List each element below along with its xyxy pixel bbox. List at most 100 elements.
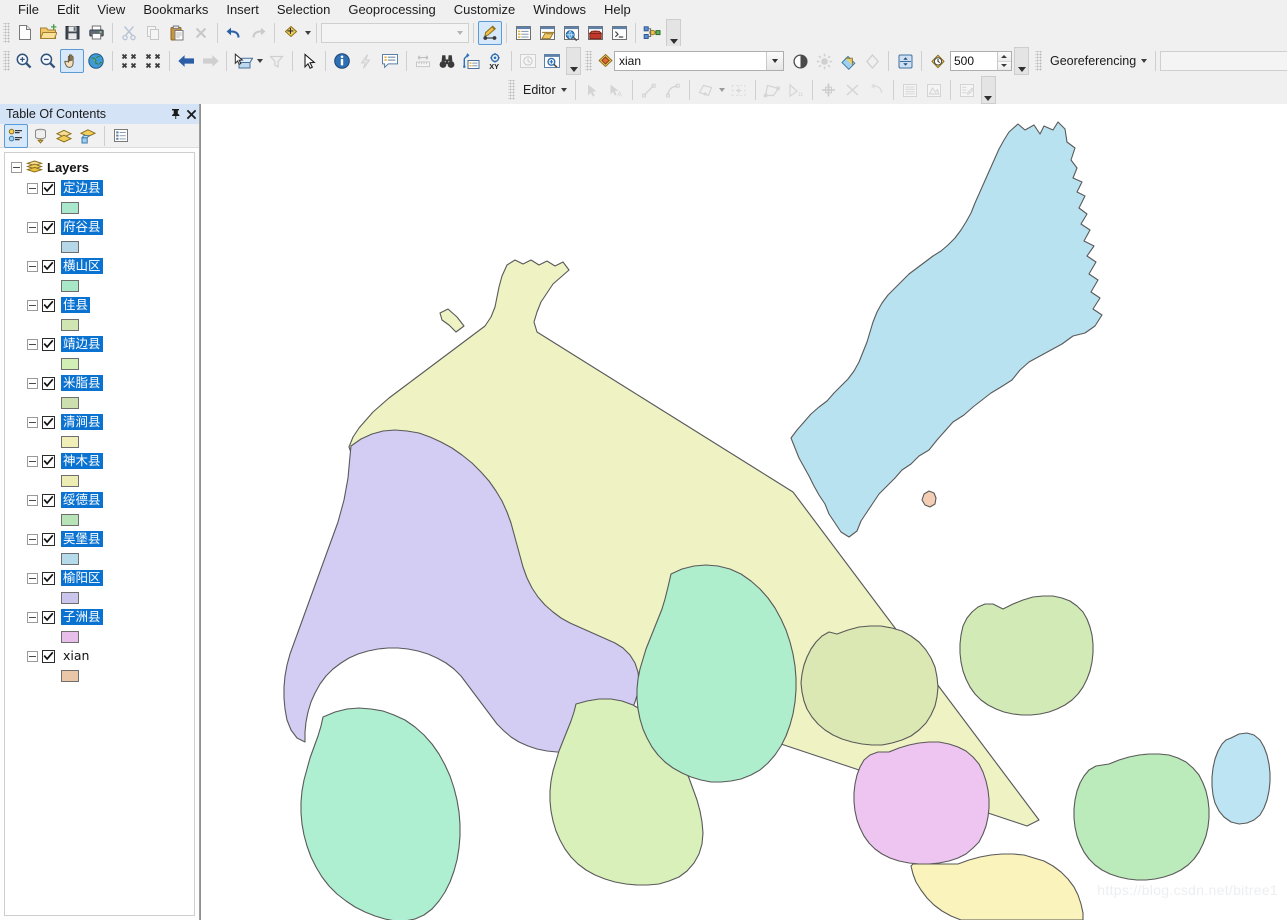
toc-symbol-row[interactable]	[5, 432, 194, 451]
toc-layer-row[interactable]: xian	[5, 646, 194, 666]
redo-arrow-icon[interactable]	[246, 21, 270, 45]
menu-customize[interactable]: Customize	[445, 1, 524, 19]
find-binoculars-icon[interactable]	[435, 49, 459, 73]
georeferencing-layer-select[interactable]	[1160, 51, 1287, 71]
catalog-icon[interactable]	[535, 21, 559, 45]
layer-symbol-swatch[interactable]	[61, 435, 79, 448]
fixed-zoom-out-icon[interactable]	[141, 49, 165, 73]
toc-symbol-row[interactable]	[5, 549, 194, 568]
expand-collapse-icon[interactable]	[27, 533, 38, 545]
toc-layer-row[interactable]: 清涧县	[5, 412, 194, 432]
toc-layer-tree[interactable]: Layers 定边县 府谷县 横山区 佳县 靖边县 米脂县 清涧县 神木县 绥德县 吴堡县 榆阳区子…	[4, 152, 195, 916]
html-popup-icon[interactable]	[378, 49, 402, 73]
region-jiaxian[interactable]	[959, 595, 1094, 716]
region-zizhou[interactable]	[853, 741, 990, 865]
layer-symbol-swatch[interactable]	[61, 279, 79, 292]
toc-root-layers[interactable]: Layers	[5, 157, 194, 178]
pan-hand-icon[interactable]	[60, 49, 84, 73]
expand-collapse-icon[interactable]	[27, 260, 38, 272]
stepper-up-icon[interactable]	[997, 52, 1011, 62]
copy-icon[interactable]	[141, 21, 165, 45]
toc-layer-row[interactable]: 定边县	[5, 178, 194, 198]
toc-layer-row[interactable]: 神木县	[5, 451, 194, 471]
toc-symbol-row[interactable]	[5, 588, 194, 607]
split-tool-icon[interactable]	[784, 78, 808, 102]
list-by-selection-icon[interactable]	[76, 124, 100, 148]
delete-x-icon[interactable]	[189, 21, 213, 45]
layer-visibility-checkbox[interactable]	[42, 415, 55, 429]
measure-ruler-icon[interactable]	[411, 49, 435, 73]
select-features-dropdown-caret[interactable]	[255, 50, 264, 72]
toc-layer-row[interactable]: 绥德县	[5, 490, 194, 510]
go-to-xy-icon[interactable]: XY	[483, 49, 507, 73]
construction-tool-icon[interactable]	[694, 78, 718, 102]
toc-layer-row[interactable]: 榆阳区	[5, 568, 194, 588]
undo-arrow-icon[interactable]	[222, 21, 246, 45]
hyperlink-lightning-icon[interactable]	[354, 49, 378, 73]
toc-layer-row[interactable]: 佳县	[5, 295, 194, 315]
expand-collapse-icon[interactable]	[27, 299, 38, 311]
search-globe-icon[interactable]	[559, 21, 583, 45]
menu-insert[interactable]: Insert	[217, 1, 268, 19]
edit-tool-arrow-icon[interactable]	[580, 78, 604, 102]
python-window-icon[interactable]	[607, 21, 631, 45]
layer-symbol-swatch[interactable]	[61, 630, 79, 643]
menu-edit[interactable]: Edit	[48, 1, 88, 19]
toolbar-grip[interactable]	[3, 22, 10, 43]
toc-options-icon[interactable]	[109, 124, 133, 148]
cut-polygons-icon[interactable]	[841, 78, 865, 102]
layer-symbol-swatch[interactable]	[61, 513, 79, 526]
effects-layer-select[interactable]: xian	[614, 51, 784, 71]
georeferencing-menu-button[interactable]: Georeferencing	[1044, 50, 1151, 72]
toc-layer-row[interactable]: 吴堡县	[5, 529, 194, 549]
time-slider-icon[interactable]	[516, 49, 540, 73]
map-view[interactable]: https://blog.csdn.net/bitree1	[200, 104, 1287, 920]
toc-symbol-row[interactable]	[5, 393, 194, 412]
list-by-visibility-icon[interactable]	[52, 124, 76, 148]
flicker-rate-icon[interactable]	[926, 49, 950, 73]
flicker-rate-stepper[interactable]: 500	[950, 51, 1012, 71]
add-data-icon[interactable]	[279, 21, 303, 45]
layer-symbol-swatch[interactable]	[61, 240, 79, 253]
expand-collapse-icon[interactable]	[27, 416, 38, 428]
expand-collapse-icon[interactable]	[27, 572, 38, 584]
toc-layer-row[interactable]: 子洲县	[5, 607, 194, 627]
expand-collapse-icon[interactable]	[27, 338, 38, 350]
table-of-contents-icon[interactable]	[511, 21, 535, 45]
chevron-down-icon[interactable]	[452, 24, 468, 42]
menu-selection[interactable]: Selection	[268, 1, 339, 19]
expand-collapse-icon[interactable]	[27, 221, 38, 233]
georeferencing-toolbar-grip[interactable]	[1035, 51, 1042, 71]
toc-symbol-row[interactable]	[5, 627, 194, 646]
toolbar-overflow-button[interactable]	[1014, 47, 1029, 75]
toc-layer-row[interactable]: 府谷县	[5, 217, 194, 237]
region-mizhi[interactable]	[800, 625, 939, 746]
arctoolbox-icon[interactable]	[583, 21, 607, 45]
expand-collapse-icon[interactable]	[27, 455, 38, 467]
go-next-extent-icon[interactable]	[198, 49, 222, 73]
rotate-tool-icon[interactable]	[817, 78, 841, 102]
attributes-table-icon[interactable]	[898, 78, 922, 102]
list-by-drawing-order-icon[interactable]	[4, 123, 28, 148]
toolbar-grip[interactable]	[3, 51, 10, 71]
layer-symbol-swatch[interactable]	[61, 669, 79, 682]
open-folder-icon[interactable]	[36, 21, 60, 45]
toolbar-overflow-button[interactable]	[666, 18, 681, 47]
zoom-out-icon[interactable]	[36, 49, 60, 73]
layer-visibility-checkbox[interactable]	[42, 337, 55, 351]
new-map-file-icon[interactable]	[12, 21, 36, 45]
contrast-icon[interactable]	[788, 49, 812, 73]
layer-visibility-checkbox[interactable]	[42, 571, 55, 585]
straight-segment-icon[interactable]	[637, 78, 661, 102]
layer-symbol-swatch[interactable]	[61, 357, 79, 370]
toc-symbol-row[interactable]	[5, 510, 194, 529]
clear-selection-icon[interactable]	[264, 49, 288, 73]
toc-layer-row[interactable]: 横山区	[5, 256, 194, 276]
toc-symbol-row[interactable]	[5, 354, 194, 373]
layer-visibility-checkbox[interactable]	[42, 493, 55, 507]
select-elements-arrow-icon[interactable]	[297, 49, 321, 73]
create-features-icon[interactable]	[955, 78, 979, 102]
identify-info-icon[interactable]	[330, 49, 354, 73]
layer-visibility-checkbox[interactable]	[42, 610, 55, 624]
transparency-icon[interactable]	[836, 49, 860, 73]
